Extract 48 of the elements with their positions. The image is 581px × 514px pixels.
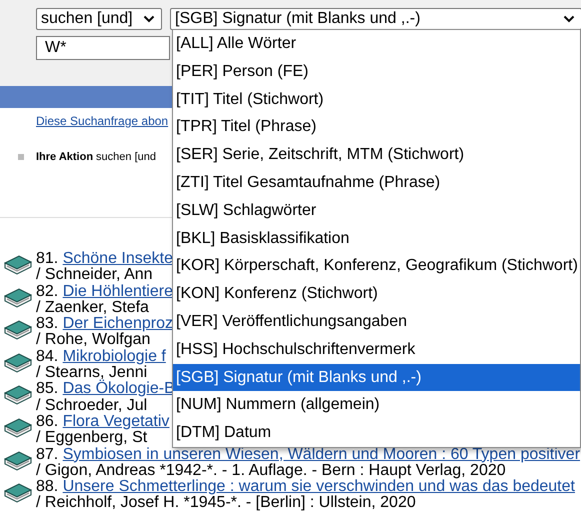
result-title-link[interactable]: Die Höhlentiere — [62, 282, 173, 300]
menu-option[interactable]: [KON] Konferenz (Stichwort) — [173, 280, 580, 308]
menu-option[interactable]: [SGB] Signatur (mit Blanks und ,.-) — [173, 364, 580, 392]
result-number: 82. — [36, 282, 58, 300]
menu-option[interactable]: [PER] Person (FE) — [173, 58, 580, 86]
result-number: 87. — [36, 446, 58, 463]
field-select[interactable]: [SGB] Signatur (mit Blanks und ,.-) — [170, 8, 581, 30]
menu-option[interactable]: [NUM] Nummern (allgemein) — [173, 391, 580, 420]
result-details: / Stearns, Jenni — [36, 364, 148, 381]
result-title-link[interactable]: Unsere Schmetterlinge : warum sie verschwinden und was das bedeutet — [62, 478, 575, 496]
result-number: 84. — [36, 348, 58, 365]
subscribe-link[interactable]: Diese Suchanfrage abon — [36, 114, 168, 128]
menu-option[interactable]: [VER] Veröffentlichungsangaben — [173, 308, 580, 336]
menu-option[interactable]: [KOR] Körperschaft, Konferenz, Geografikum (Stichwort) — [173, 252, 580, 280]
result-details: / Gigon, Andreas *1942-*. - 1. Auflage. - Bern : Haupt Verlag, 2020 — [36, 462, 506, 479]
action-text: suchen [und — [96, 151, 156, 163]
result-title-link[interactable]: Symbiosen in unseren Wiesen, Wäldern und Mooren : 60 Typen positiver — [62, 446, 580, 463]
result-details: / Reichholf, Josef H. *1945-*. - [Berlin] : Ullstein, 2020 — [36, 495, 417, 512]
result-details: / Schroeder, Jul — [36, 398, 148, 414]
search-field[interactable]: W* — [36, 36, 170, 60]
result-details: / Rohe, Wolfgan — [36, 332, 150, 349]
result-number: 83. — [36, 315, 58, 332]
result-number: 81. — [36, 250, 58, 267]
action-label: Ihre Aktion — [36, 151, 94, 163]
result-number: 85. — [36, 380, 58, 398]
menu-option[interactable]: [DTM] Datum — [173, 419, 580, 447]
result-details: / Zaenker, Stefa — [36, 300, 150, 316]
chevron-icon — [143, 15, 155, 23]
operator-select[interactable]: suchen [und] — [36, 8, 162, 30]
result-title-link[interactable]: Schöne Insekte — [62, 250, 173, 267]
result-details: / Eggenberg, St — [36, 430, 148, 446]
result-number: 86. — [36, 412, 58, 430]
result-title-link[interactable]: Das Ökologie-B — [62, 380, 175, 398]
menu-option[interactable]: [TPR] Titel (Phrase) — [173, 113, 580, 142]
result-title-link[interactable]: Flora Vegetativ — [62, 412, 170, 430]
menu-option[interactable]: [SLW] Schlagwörter — [173, 196, 580, 225]
result-title-link[interactable]: Der Eichenproz — [62, 315, 173, 332]
menu-option[interactable]: [ALL] Alle Wörter — [173, 30, 580, 58]
result-number: 88. — [36, 478, 58, 496]
menu-option[interactable]: [HSS] Hochschulschriftenvermerk — [173, 336, 580, 364]
menu-option[interactable]: [BKL] Basisklassifikation — [173, 224, 580, 252]
bullet-icon — [18, 154, 24, 160]
menu-option[interactable]: [TIT] Titel (Stichwort) — [173, 86, 580, 114]
chevron-icon — [563, 15, 575, 23]
result-details: / Schneider, Ann — [36, 267, 154, 284]
menu-option[interactable]: [ZTI] Titel Gesamtaufnahme (Phrase) — [173, 168, 580, 197]
menu-option[interactable]: [SER] Serie, Zeitschrift, MTM (Stichwort) — [173, 141, 580, 169]
result-title-link[interactable]: Mikrobiologie f — [62, 348, 166, 365]
